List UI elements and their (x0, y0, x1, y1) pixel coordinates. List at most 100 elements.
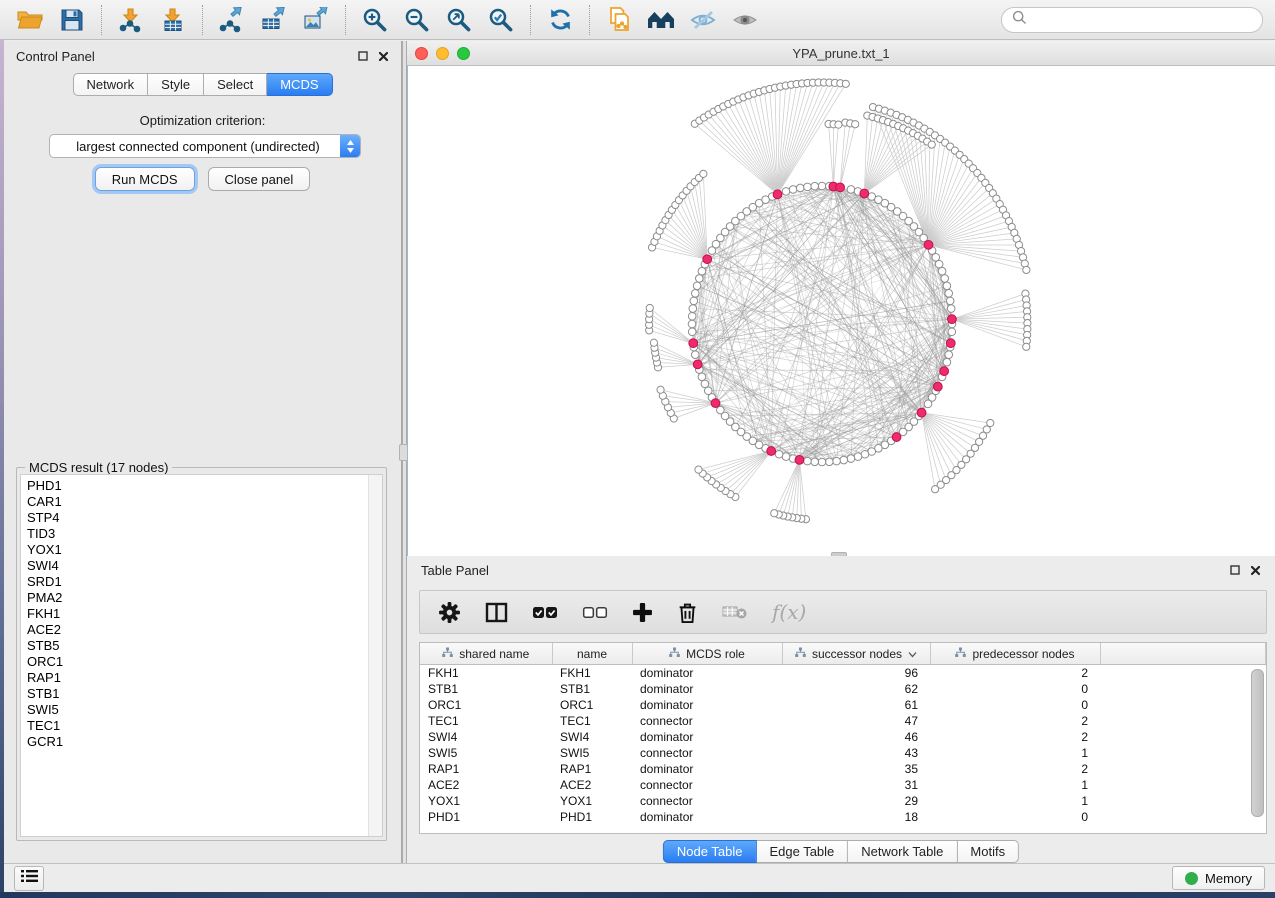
mcds-result-item[interactable]: RAP1 (27, 670, 382, 686)
deselect-all-icon[interactable] (582, 606, 608, 619)
table-cell[interactable]: SWI4 (552, 729, 632, 745)
open-file-icon[interactable] (12, 4, 48, 36)
mcds-dominator-node[interactable] (703, 255, 712, 264)
table-cell[interactable]: 96 (782, 665, 930, 682)
network-node[interactable] (811, 182, 819, 190)
tab-edge-table[interactable]: Edge Table (756, 840, 848, 863)
mcds-dominator-node[interactable] (836, 183, 845, 192)
network-node[interactable] (825, 458, 833, 466)
table-cell[interactable]: 46 (782, 729, 930, 745)
table-cell[interactable]: dominator (632, 665, 782, 682)
table-cell[interactable]: YOX1 (552, 793, 632, 809)
table-cell[interactable]: 0 (930, 809, 1100, 825)
table-cell[interactable]: 2 (930, 713, 1100, 729)
table-cell[interactable]: dominator (632, 681, 782, 697)
table-cell[interactable]: 29 (782, 793, 930, 809)
mcds-result-item[interactable]: STB1 (27, 686, 382, 702)
mcds-dominator-node[interactable] (924, 240, 933, 249)
network-node[interactable] (818, 458, 826, 466)
hide-selected-icon[interactable] (685, 4, 721, 36)
zoom-out-icon[interactable] (399, 4, 435, 36)
table-cell[interactable]: RAP1 (420, 761, 552, 777)
network-node[interactable] (818, 182, 826, 190)
network-node[interactable] (689, 305, 697, 313)
network-node[interactable] (771, 510, 778, 517)
table-cell[interactable]: connector (632, 793, 782, 809)
mcds-result-list[interactable]: PHD1CAR1STP4TID3YOX1SWI4SRD1PMA2FKH1ACE2… (20, 474, 383, 837)
table-row[interactable]: ACE2ACE2connector311 (420, 777, 1266, 793)
criterion-dropdown[interactable]: largest connected component (undirected) (49, 134, 361, 158)
tab-motifs[interactable]: Motifs (957, 840, 1019, 863)
table-cell[interactable]: dominator (632, 697, 782, 713)
mcds-result-item[interactable]: SWI4 (27, 558, 382, 574)
network-node[interactable] (691, 289, 699, 297)
table-row[interactable]: YOX1YOX1connector291 (420, 793, 1266, 809)
column-header-name[interactable]: name (552, 643, 632, 665)
mcds-result-item[interactable]: PMA2 (27, 590, 382, 606)
table-cell[interactable]: dominator (632, 729, 782, 745)
network-node[interactable] (700, 170, 707, 177)
table-cell[interactable]: 1 (930, 793, 1100, 809)
column-header-predecessor-nodes[interactable]: predecessor nodes (930, 643, 1100, 665)
mcds-result-item[interactable]: STB5 (27, 638, 382, 654)
network-node[interactable] (804, 457, 812, 465)
network-node[interactable] (947, 305, 955, 313)
network-node[interactable] (852, 121, 859, 128)
mcds-dominator-node[interactable] (711, 399, 720, 408)
table-cell[interactable]: PHD1 (552, 809, 632, 825)
search-input[interactable] (1033, 11, 1252, 28)
network-node[interactable] (690, 297, 698, 305)
gear-icon[interactable] (438, 601, 461, 624)
network-node[interactable] (688, 328, 696, 336)
network-node[interactable] (938, 267, 946, 275)
delete-column-icon[interactable] (677, 601, 698, 624)
network-node[interactable] (928, 141, 935, 148)
table-cell[interactable]: 47 (782, 713, 930, 729)
table-cell[interactable]: RAP1 (552, 761, 632, 777)
table-cell[interactable]: STB1 (552, 681, 632, 697)
zoom-fit-icon[interactable] (441, 4, 477, 36)
mcds-dominator-node[interactable] (795, 456, 804, 465)
float-icon[interactable] (358, 51, 368, 61)
table-cell[interactable]: FKH1 (420, 665, 552, 682)
table-cell[interactable]: connector (632, 777, 782, 793)
column-header-mcds-role[interactable]: MCDS role (632, 643, 782, 665)
network-node[interactable] (688, 312, 696, 320)
network-node[interactable] (945, 351, 953, 359)
search-box[interactable] (1001, 7, 1263, 33)
tab-network-table[interactable]: Network Table (848, 840, 957, 863)
table-cell[interactable]: dominator (632, 761, 782, 777)
network-node[interactable] (1023, 266, 1030, 273)
network-node[interactable] (789, 186, 797, 194)
mcds-dominator-node[interactable] (892, 433, 901, 442)
network-node[interactable] (943, 282, 951, 290)
mcds-dominator-node[interactable] (946, 339, 955, 348)
select-all-icon[interactable] (532, 606, 558, 619)
mcds-result-item[interactable]: ORC1 (27, 654, 382, 670)
tab-network[interactable]: Network (72, 73, 148, 96)
network-node[interactable] (688, 320, 696, 328)
table-cell[interactable]: YOX1 (420, 793, 552, 809)
mcds-result-item[interactable]: TID3 (27, 526, 382, 542)
network-node[interactable] (796, 184, 804, 192)
network-node[interactable] (931, 486, 938, 493)
table-row[interactable]: ORC1ORC1dominator610 (420, 697, 1266, 713)
table-cell[interactable]: TEC1 (552, 713, 632, 729)
mcds-dominator-node[interactable] (948, 315, 957, 324)
network-node[interactable] (847, 455, 855, 463)
mcds-result-item[interactable]: PHD1 (27, 478, 382, 494)
show-all-icon[interactable] (727, 4, 763, 36)
table-cell[interactable]: 0 (930, 681, 1100, 697)
network-node[interactable] (650, 339, 657, 346)
network-node[interactable] (804, 183, 812, 191)
network-node[interactable] (945, 289, 953, 297)
zoom-in-icon[interactable] (357, 4, 393, 36)
mcds-result-item[interactable]: TEC1 (27, 718, 382, 734)
run-mcds-button[interactable]: Run MCDS (95, 167, 195, 191)
tab-style[interactable]: Style (148, 73, 204, 96)
mcds-result-item[interactable]: STP4 (27, 510, 382, 526)
network-node[interactable] (854, 453, 862, 461)
import-network-icon[interactable] (113, 4, 149, 36)
table-cell[interactable]: 62 (782, 681, 930, 697)
table-row[interactable]: STB1STB1dominator620 (420, 681, 1266, 697)
